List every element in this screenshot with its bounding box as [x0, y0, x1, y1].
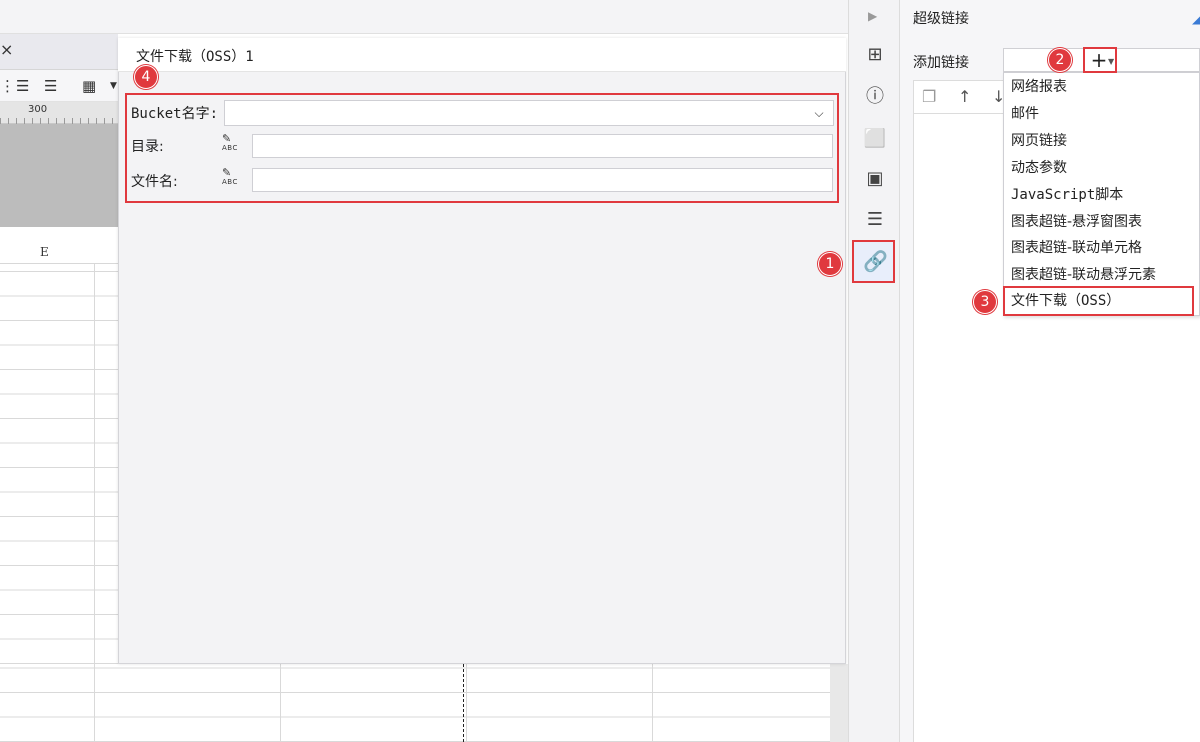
sheet-tab-bar	[0, 34, 118, 70]
panel-title: 超级链接	[913, 11, 969, 27]
cell-grid-bottom[interactable]	[0, 664, 830, 742]
panel-expand-icon[interactable]: ◢	[1192, 12, 1200, 26]
top-menu-bar	[0, 0, 848, 34]
menu-item-web-link[interactable]: 网页链接	[1011, 130, 1067, 152]
page-break-line	[463, 664, 464, 742]
menu-item-javascript[interactable]: JavaScript脚本	[1011, 184, 1123, 206]
menu-item-network-report[interactable]: 网络报表	[1011, 76, 1067, 98]
hyperlink-icon[interactable]: 🔗	[863, 249, 888, 273]
fields-highlight-box	[125, 93, 839, 203]
property-icon-strip	[848, 0, 900, 742]
menu-item-email[interactable]: 邮件	[1011, 103, 1039, 125]
cell-attributes-icon[interactable]: ⊞	[863, 43, 887, 67]
annotation-badge-1: 1	[818, 252, 842, 276]
align-center-icon[interactable]: ☰	[16, 76, 29, 96]
report-margin-area	[0, 124, 118, 227]
list-icon[interactable]: ⋮	[0, 76, 15, 96]
tab-close-icon[interactable]: ×	[0, 40, 14, 60]
annotation-badge-2: 2	[1048, 48, 1072, 72]
widget-icon[interactable]: ▣	[863, 167, 887, 191]
menu-item-chart-linked-cell[interactable]: 图表超链-联动单元格	[1011, 237, 1142, 259]
ruler-label: 300	[28, 104, 48, 115]
grid-scroll-strip	[830, 664, 848, 742]
menu-item-chart-linked-floating[interactable]: 图表超链-联动悬浮元素	[1011, 264, 1156, 286]
cell-border-icon[interactable]: ⬜	[863, 127, 887, 151]
copy-icon[interactable]: ❐	[922, 86, 944, 108]
menu-item-dynamic-parameter[interactable]: 动态参数	[1011, 157, 1067, 179]
border-dropdown-icon[interactable]: ▼	[110, 76, 117, 96]
menu-item-chart-floating-chart[interactable]: 图表超链-悬浮窗图表	[1011, 211, 1142, 233]
column-header-e[interactable]: E	[40, 245, 49, 259]
annotation-badge-3: 3	[973, 290, 997, 314]
add-button-highlight-box	[1083, 47, 1117, 73]
border-icon[interactable]: ▦	[82, 76, 96, 96]
cell-info-icon[interactable]: ⓘ	[863, 85, 887, 109]
dialog-title[interactable]: 文件下载（OSS）1	[136, 46, 254, 66]
column-header-row	[0, 238, 118, 264]
add-link-label: 添加链接	[913, 55, 969, 71]
cell-grid[interactable]	[0, 264, 118, 664]
annotation-badge-4: 4	[134, 65, 158, 89]
format-toolbar: ⋮ ☰ ☰ ▦ ▼	[0, 70, 118, 102]
collapse-arrow-icon[interactable]: ▶	[868, 6, 882, 26]
oss-item-highlight-box	[1003, 286, 1194, 316]
align-right-icon[interactable]: ☰	[44, 76, 57, 96]
move-up-icon[interactable]: ↑	[958, 86, 976, 108]
condition-attributes-icon[interactable]: ☰	[863, 208, 887, 232]
